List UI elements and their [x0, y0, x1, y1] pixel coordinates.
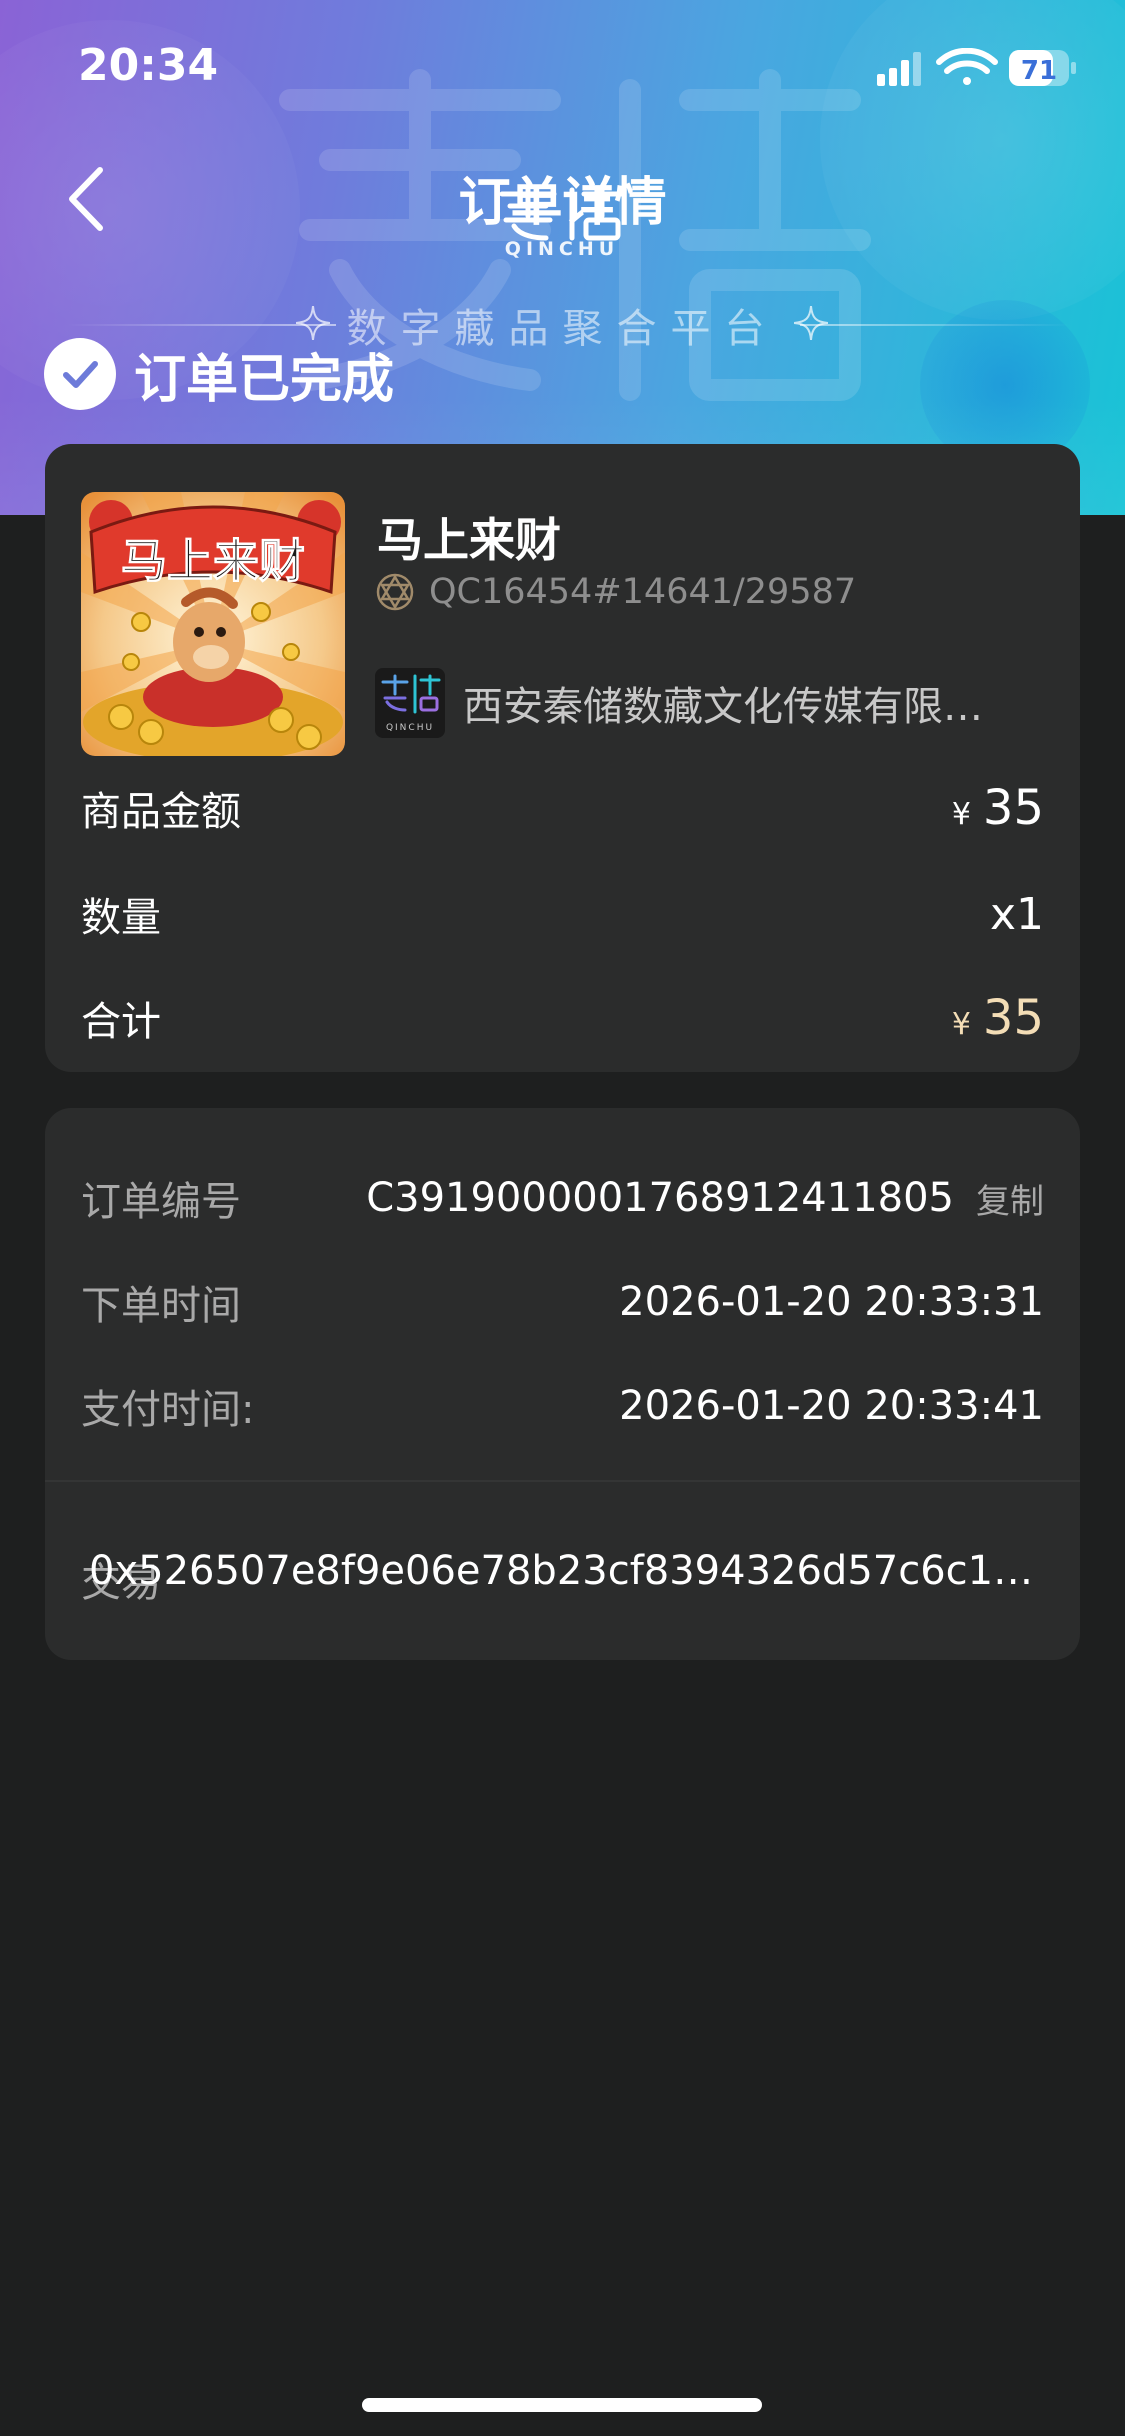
chain-id: QC16454#14641/29587: [429, 572, 857, 612]
order-created-row: 下单时间 2026-01-20 20:33:31: [81, 1272, 1044, 1332]
total-value: ¥ 35: [952, 990, 1044, 1046]
signal-icon: [877, 52, 921, 86]
order-number-value: C391900000176891241180​5: [366, 1175, 954, 1221]
section-divider: [45, 1480, 1080, 1482]
product-image[interactable]: 马上来财: [81, 492, 345, 756]
home-indicator[interactable]: [362, 2398, 762, 2412]
page-title: 订单详情: [458, 173, 667, 233]
total-row: 合计 ¥ 35: [81, 988, 1044, 1048]
order-created-label: 下单时间: [81, 1283, 241, 1329]
payment-time-value: 2026-01-20 20:33:41: [619, 1383, 1044, 1429]
order-status: 订单已完成: [44, 334, 394, 414]
product-name: 马上来财: [377, 513, 561, 567]
quantity-label: 数量: [81, 895, 161, 941]
quantity-row: 数量 x1: [81, 884, 1044, 944]
wifi-icon: [936, 48, 998, 85]
sparkle-icon: [794, 306, 828, 340]
product-artwork: 马上来财: [81, 492, 345, 756]
issuer-logo-text: QINCHU: [386, 723, 434, 733]
order-info-card: 订单编号 C391900000176891241180​5 复制 下单时间 20…: [45, 1108, 1080, 1660]
amount-row: 商品金额 ¥ 35: [81, 778, 1044, 838]
chain-id-row: QC16454#14641/29587: [375, 572, 856, 612]
payment-time-label: 支付时间:: [81, 1387, 255, 1433]
payment-time-row: 支付时间: 2026-01-20 20:33:41: [81, 1376, 1044, 1436]
amount-value: ¥ 35: [952, 780, 1044, 836]
battery-level: 71: [1021, 56, 1057, 86]
amount-label: 商品金额: [81, 789, 241, 835]
amount-number: 35: [982, 780, 1044, 836]
issuer-logo-icon: QINCHU: [381, 674, 441, 733]
status-time: 20:34: [78, 40, 219, 91]
order-number-value-wrap: C391900000176891241180​5 复制: [366, 1174, 1044, 1223]
copy-order-number-button[interactable]: 复制: [976, 1174, 1044, 1223]
issuer-row[interactable]: QINCHU 西安秦储数藏文化传媒有限…: [375, 668, 983, 738]
order-detail-screen: QINCHU 数字藏品聚合平台 20:34 71 订单详情 订单已完成 马上来财…: [0, 0, 1125, 2436]
checkmark-icon: [63, 361, 98, 388]
issuer-name: 西安秦储数藏文化传媒有限…: [463, 684, 983, 730]
issuer-logo: QINCHU: [375, 668, 445, 738]
quantity-value: x1: [989, 888, 1044, 940]
brand-logo-text: QINCHU: [504, 238, 620, 260]
order-number-label: 订单编号: [81, 1179, 241, 1225]
order-number-row: 订单编号 C391900000176891241180​5 复制: [81, 1168, 1044, 1228]
currency-symbol: ¥: [951, 797, 971, 832]
status-icons: 71: [877, 48, 1076, 86]
transaction-hash-value[interactable]: 0x526507e8f9e06e78b23cf8394326d57c6c19…: [89, 1548, 1044, 1594]
product-card: 马上来财 马上来财 QC16454#14641/29587 QINCHU 西安秦…: [45, 444, 1080, 1072]
order-created-value: 2026-01-20 20:33:31: [619, 1279, 1044, 1325]
blockchain-icon: [376, 573, 414, 611]
tagline-divider-right: [800, 324, 1070, 326]
total-label: 合计: [81, 999, 161, 1045]
total-number: 35: [982, 990, 1044, 1046]
check-circle-icon: [44, 338, 116, 410]
order-status-text: 订单已完成: [134, 349, 395, 410]
currency-symbol: ¥: [951, 1007, 971, 1042]
battery-icon: 71: [1009, 50, 1076, 86]
product-image-caption: 马上来财: [121, 534, 305, 588]
